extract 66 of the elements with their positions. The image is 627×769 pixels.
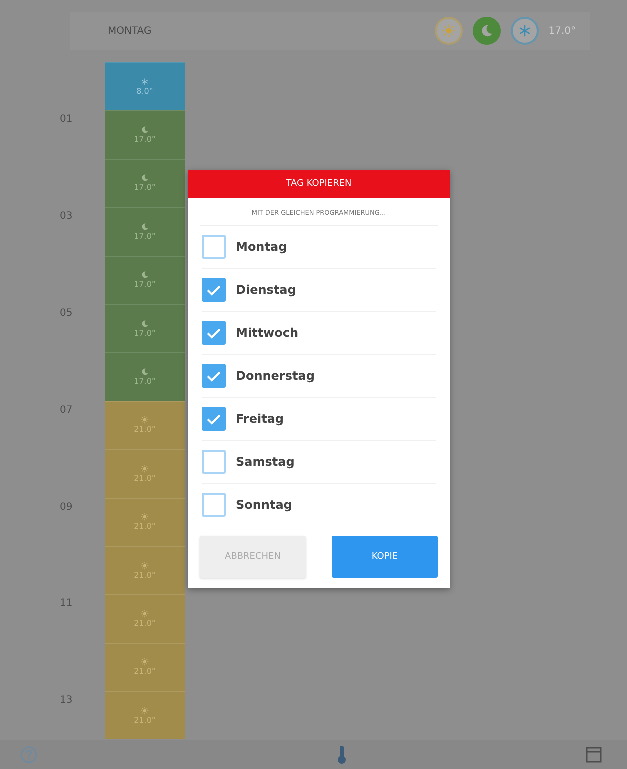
sun-icon bbox=[141, 513, 149, 522]
hour-label: 09 bbox=[60, 502, 73, 513]
moon-icon bbox=[480, 24, 494, 38]
hour-label: 13 bbox=[60, 695, 73, 706]
cancel-button[interactable]: ABBRECHEN bbox=[200, 536, 306, 578]
moon-mode-button[interactable] bbox=[472, 17, 501, 45]
day-label: Montag bbox=[236, 240, 288, 254]
day-label: Dienstag bbox=[236, 283, 296, 297]
moon-icon bbox=[141, 222, 149, 231]
confirm-button[interactable]: KOPIE bbox=[332, 536, 438, 578]
hour-label: 01 bbox=[60, 114, 73, 126]
checkbox[interactable] bbox=[202, 321, 226, 345]
slot-temperature: 17.0° bbox=[134, 280, 156, 290]
schedule-slot[interactable]: 17.0° bbox=[105, 158, 185, 208]
help-icon[interactable] bbox=[20, 746, 38, 764]
sun-mode-button[interactable] bbox=[434, 17, 463, 45]
day-label: Freitag bbox=[236, 412, 284, 426]
temperature-reading: 17.0° bbox=[548, 26, 576, 36]
checkbox[interactable] bbox=[202, 364, 226, 388]
sun-icon bbox=[141, 610, 149, 618]
slot-temperature: 17.0° bbox=[134, 377, 156, 386]
check-icon bbox=[207, 328, 221, 338]
moon-icon bbox=[141, 126, 149, 134]
check-icon bbox=[207, 284, 221, 296]
sun-icon bbox=[141, 464, 149, 473]
checkbox[interactable] bbox=[202, 407, 226, 431]
sun-icon bbox=[141, 706, 149, 715]
checkbox[interactable] bbox=[202, 278, 226, 302]
checkbox[interactable] bbox=[202, 450, 226, 474]
dialog-title: TAG KOPIEREN bbox=[188, 170, 450, 198]
slot-temperature: 17.0° bbox=[134, 135, 156, 144]
day-title: MONTAG bbox=[108, 26, 153, 36]
schedule-slot[interactable]: 8.0° bbox=[105, 62, 185, 110]
day-label: Donnerstag bbox=[236, 369, 315, 383]
sun-icon bbox=[442, 24, 456, 38]
moon-icon bbox=[141, 174, 149, 182]
moon-icon bbox=[141, 368, 149, 376]
schedule-slot[interactable]: 17.0° bbox=[105, 207, 185, 256]
hour-label: 11 bbox=[60, 598, 73, 610]
schedule-slot[interactable]: 17.0° bbox=[105, 256, 185, 304]
hour-label: 03 bbox=[60, 211, 73, 222]
slot-temperature: 17.0° bbox=[134, 328, 156, 338]
schedule-slot[interactable]: 17.0° bbox=[105, 304, 185, 352]
check-icon bbox=[207, 370, 221, 382]
hour-label: 07 bbox=[60, 404, 73, 416]
snowflake-icon bbox=[141, 78, 149, 86]
sun-icon bbox=[141, 416, 149, 424]
moon-icon bbox=[141, 320, 149, 328]
slot-temperature: 17.0° bbox=[134, 232, 156, 241]
slot-temperature: 17.0° bbox=[134, 183, 156, 192]
slot-temperature: 8.0° bbox=[136, 86, 154, 96]
sun-icon bbox=[141, 658, 149, 666]
square-icon[interactable] bbox=[585, 746, 603, 764]
sun-icon bbox=[141, 562, 149, 570]
schedule-slot[interactable]: 17.0° bbox=[105, 352, 185, 401]
check-icon bbox=[207, 414, 221, 424]
moon-icon bbox=[141, 271, 149, 280]
hour-label: 05 bbox=[60, 308, 73, 319]
snowflake-icon bbox=[518, 24, 532, 38]
day-label: Sonntag bbox=[236, 498, 292, 512]
day-label: Mittwoch bbox=[236, 326, 299, 340]
checkbox[interactable] bbox=[202, 493, 226, 517]
schedule-slot[interactable]: 17.0° bbox=[105, 110, 185, 159]
day-label: Samstag bbox=[236, 455, 295, 469]
snowflake-mode-button[interactable] bbox=[510, 17, 539, 45]
checkbox[interactable] bbox=[202, 235, 226, 259]
